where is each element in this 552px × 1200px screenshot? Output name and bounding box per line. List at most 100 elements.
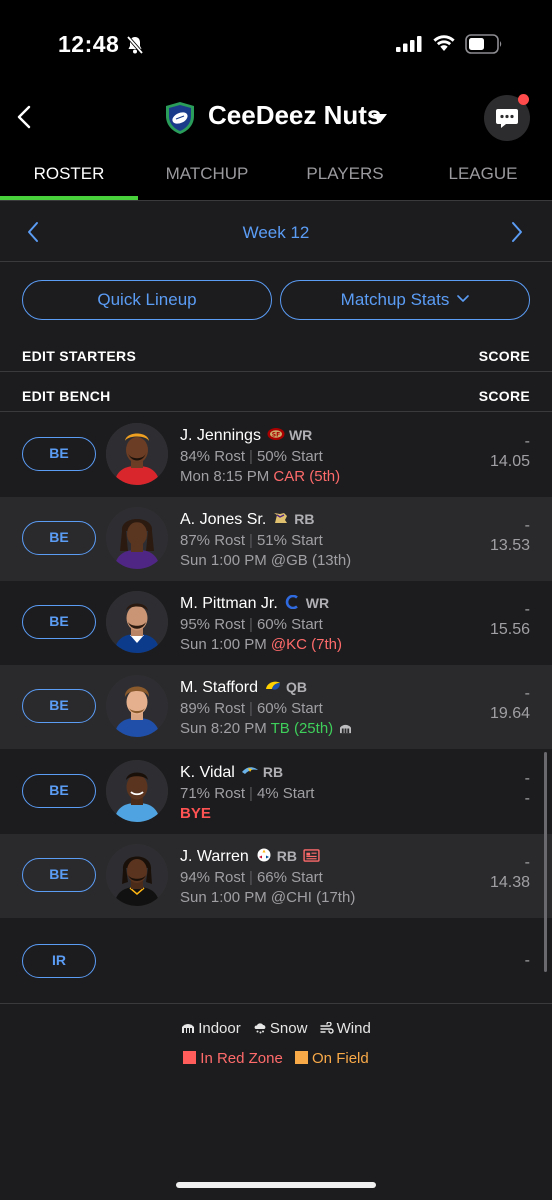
team-name[interactable]: CeeDeez Nuts xyxy=(208,100,381,131)
tab-players[interactable]: PLAYERS xyxy=(276,152,414,200)
slot-button[interactable]: BE xyxy=(22,521,96,555)
game-time: Sun 8:20 PM xyxy=(180,720,267,737)
player-row[interactable]: BE A. Jones Sr. RB 87% Rost | 51% Start Sun… xyxy=(0,497,552,581)
player-stats: 87% Rost | 51% Start xyxy=(180,532,323,549)
player-stats: 94% Rost | 66% Start xyxy=(180,869,323,886)
snow-icon xyxy=(254,1023,266,1034)
slot-button[interactable]: BE xyxy=(22,689,96,723)
bell-slash-icon xyxy=(126,35,144,55)
scrollbar[interactable] xyxy=(544,752,547,972)
player-name-line[interactable]: M. Stafford QB xyxy=(180,679,307,697)
start-pct: 66% Start xyxy=(256,869,323,886)
team-logo-icon xyxy=(285,595,298,609)
edit-starters-label: EDIT STARTERS xyxy=(22,348,137,364)
opponent-rank: (13th) xyxy=(311,552,352,569)
legend-on-field-label: On Field xyxy=(312,1050,369,1067)
player-position: RB xyxy=(276,848,297,864)
player-row[interactable]: BE M. Stafford QB 89% Rost | 60% Start Sun … xyxy=(0,665,552,749)
player-name: J. Jennings xyxy=(180,427,261,444)
team-shield-icon xyxy=(166,102,194,134)
game-info: Sun 1:00 PM @GB (13th) xyxy=(180,552,351,569)
projected-score: 14.05 xyxy=(489,453,530,470)
slot-button[interactable]: BE xyxy=(22,437,96,471)
matchup-stats-button[interactable]: Matchup Stats xyxy=(280,280,530,320)
rost-pct: 87% Rost xyxy=(180,532,246,549)
opponent-rank: (7th) xyxy=(311,636,342,653)
start-pct: 60% Start xyxy=(256,700,323,717)
game-info: Sun 8:20 PM TB (25th) xyxy=(180,720,352,737)
score-header: SCORE xyxy=(478,348,530,364)
slot-button[interactable]: BE xyxy=(22,858,96,892)
red-zone-swatch xyxy=(183,1051,197,1064)
ir-slot-button[interactable]: IR xyxy=(22,944,96,978)
projected-score: 15.56 xyxy=(489,621,530,638)
player-name: M. Pittman Jr. xyxy=(180,595,278,612)
projected-score: 14.38 xyxy=(489,874,530,891)
score-header: SCORE xyxy=(478,388,530,404)
tab-roster[interactable]: ROSTER xyxy=(0,152,138,200)
actual-score: - xyxy=(524,770,530,787)
stadium-icon xyxy=(340,724,352,734)
player-row[interactable]: BE J. Warren RB 94% Rost | 66% Start Sun 1:… xyxy=(0,834,552,918)
chevron-down-icon xyxy=(457,295,470,302)
ir-slot-row[interactable]: IR - xyxy=(0,920,552,1004)
home-indicator[interactable] xyxy=(176,1182,376,1188)
projected-score: - xyxy=(524,790,530,807)
legend-wind: Wind xyxy=(319,1016,371,1042)
game-info: Sun 1:00 PM @KC (7th) xyxy=(180,636,342,653)
game-time: Sun 1:00 PM xyxy=(180,636,267,653)
slot-button[interactable]: BE xyxy=(22,605,96,639)
player-row[interactable]: BE J. Jennings SF WR 84% Rost | 50% Start Mo… xyxy=(0,413,552,497)
week-label[interactable]: Week 12 xyxy=(0,223,552,243)
player-avatar xyxy=(106,507,168,569)
player-name-line[interactable]: A. Jones Sr. RB xyxy=(180,511,315,529)
projected-score: 13.53 xyxy=(489,537,530,554)
wind-icon xyxy=(319,1021,334,1034)
player-avatar xyxy=(106,423,168,485)
action-buttons: Quick Lineup Matchup Stats xyxy=(0,280,552,320)
roster-content: Week 12 Quick Lineup Matchup Stats EDIT … xyxy=(0,200,552,1200)
legend-wind-label: Wind xyxy=(336,1020,371,1037)
actual-score: - xyxy=(524,601,530,618)
game-time: Sun 1:00 PM xyxy=(180,552,267,569)
svg-text:SF: SF xyxy=(272,432,280,439)
chevron-right-icon[interactable] xyxy=(510,221,524,243)
player-name-line[interactable]: J. Warren RB xyxy=(180,848,320,866)
player-position: RB xyxy=(262,764,284,780)
caret-down-icon[interactable] xyxy=(373,114,387,123)
player-name-line[interactable]: J. Jennings SF WR xyxy=(180,427,312,445)
opponent-rank: (17th) xyxy=(316,889,356,906)
legend: Indoor Snow Wind In Red Zone On Field xyxy=(0,1016,552,1076)
player-name: J. Warren xyxy=(180,848,249,865)
battery-icon xyxy=(465,34,502,54)
game-info: Sun 1:00 PM @CHI (17th) xyxy=(180,889,355,906)
game-time: Mon 8:15 PM xyxy=(180,468,270,485)
start-pct: 51% Start xyxy=(256,532,323,549)
start-pct: 4% Start xyxy=(256,785,315,802)
player-row[interactable]: BE K. Vidal RB 71% Rost | 4% Start BYE - - xyxy=(0,750,552,834)
player-stats: 84% Rost | 50% Start xyxy=(180,448,323,465)
quick-lineup-button[interactable]: Quick Lineup xyxy=(22,280,272,320)
legend-snow: Snow xyxy=(253,1016,307,1042)
edit-bench-label: EDIT BENCH xyxy=(22,388,111,404)
team-logo-icon xyxy=(274,513,288,523)
tab-matchup[interactable]: MATCHUP xyxy=(138,152,276,200)
player-name: M. Stafford xyxy=(180,679,258,696)
player-position: RB xyxy=(294,511,315,527)
week-selector: Week 12 xyxy=(0,200,552,262)
edit-bench-row[interactable]: EDIT BENCH SCORE xyxy=(0,380,552,412)
team-logo-icon xyxy=(265,681,280,690)
tab-league[interactable]: LEAGUE xyxy=(414,152,552,200)
status-time: 12:48 xyxy=(58,31,120,57)
player-name-line[interactable]: M. Pittman Jr. WR xyxy=(180,595,329,613)
legend-red-zone-label: In Red Zone xyxy=(200,1050,283,1067)
rost-pct: 94% Rost xyxy=(180,869,246,886)
player-name-line[interactable]: K. Vidal RB xyxy=(180,764,283,782)
back-chevron-icon[interactable] xyxy=(14,104,36,130)
slot-button[interactable]: BE xyxy=(22,774,96,808)
player-name: A. Jones Sr. xyxy=(180,511,267,528)
rost-pct: 89% Rost xyxy=(180,700,246,717)
edit-starters-row[interactable]: EDIT STARTERS SCORE xyxy=(0,340,552,372)
matchup-stats-label: Matchup Stats xyxy=(340,290,450,309)
player-row[interactable]: BE M. Pittman Jr. WR 95% Rost | 60% Start S… xyxy=(0,581,552,665)
